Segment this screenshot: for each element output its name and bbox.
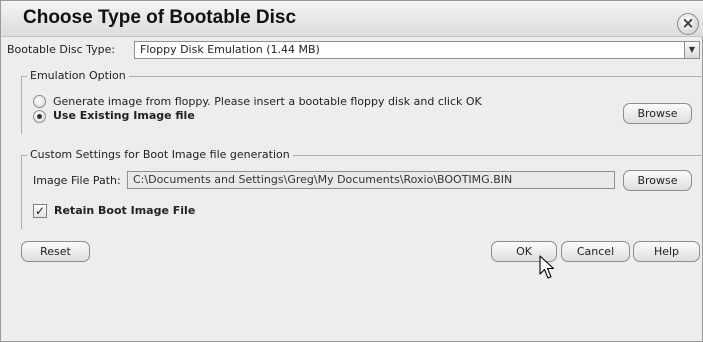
image-path-label: Image File Path: <box>33 174 121 187</box>
emulation-browse-button[interactable]: Browse <box>623 103 692 124</box>
image-path-field[interactable]: C:\Documents and Settings\Greg\My Docume… <box>127 171 615 189</box>
retain-boot-image-label: Retain Boot Image File <box>54 204 196 217</box>
radio-use-existing-image-label: Use Existing Image file <box>53 109 195 122</box>
disc-type-dropdown[interactable]: Floppy Disk Emulation (1.44 MB) ▼ <box>134 41 700 59</box>
mouse-pointer-icon <box>539 255 555 279</box>
radio-generate-from-floppy-label: Generate image from floppy. Please inser… <box>53 95 482 108</box>
reset-button[interactable]: Reset <box>21 241 90 262</box>
boot-disc-dialog: Choose Type of Bootable Disc × Bootable … <box>0 0 703 342</box>
help-button[interactable]: Help <box>633 241 700 262</box>
image-path-value: C:\Documents and Settings\Greg\My Docume… <box>133 173 513 186</box>
chevron-down-icon[interactable]: ▼ <box>684 42 699 58</box>
close-icon[interactable]: × <box>677 13 699 35</box>
dialog-title: Choose Type of Bootable Disc <box>23 7 297 28</box>
custom-settings-group: Custom Settings for Boot Image file gene… <box>21 148 703 229</box>
image-path-browse-button[interactable]: Browse <box>623 170 692 191</box>
disc-type-label: Bootable Disc Type: <box>7 43 116 56</box>
custom-settings-legend: Custom Settings for Boot Image file gene… <box>27 148 293 161</box>
emulation-option-legend: Emulation Option <box>27 69 129 82</box>
title-bar: Choose Type of Bootable Disc × <box>1 1 703 37</box>
retain-boot-image-checkbox[interactable]: ✓ <box>33 204 47 218</box>
cancel-button[interactable]: Cancel <box>561 241 630 262</box>
radio-use-existing-image[interactable] <box>33 110 46 123</box>
disc-type-value: Floppy Disk Emulation (1.44 MB) <box>140 43 320 56</box>
radio-generate-from-floppy[interactable] <box>33 95 46 108</box>
